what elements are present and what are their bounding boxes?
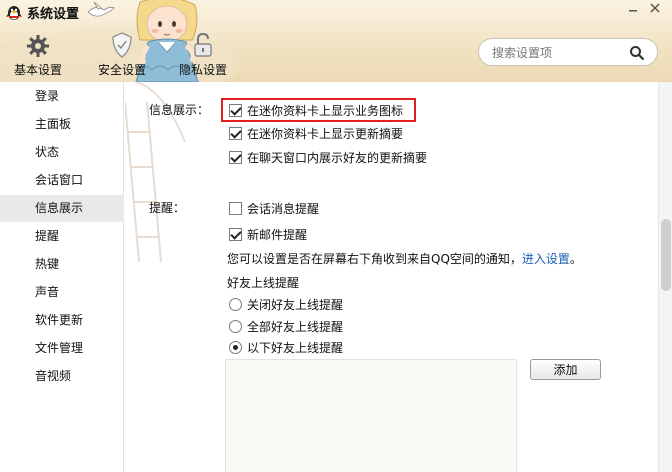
option-label: 在迷你资料卡上显示更新摘要 [247, 126, 404, 141]
option-new-mail-reminder[interactable]: 新邮件提醒 [229, 226, 307, 242]
sidebar-item-status[interactable]: 状态 [0, 139, 124, 166]
search-input[interactable] [492, 44, 622, 61]
option-label: 在迷你资料卡上显示业务图标 [247, 103, 404, 118]
sidebar-item-chat-window[interactable]: 会话窗口 [0, 167, 124, 194]
search-icon[interactable] [629, 45, 645, 61]
window-controls [622, 0, 666, 16]
radio-all-friends-online[interactable]: 全部好友上线提醒 [229, 318, 343, 334]
checkbox-icon[interactable] [229, 150, 242, 164]
vertical-scrollbar[interactable] [658, 82, 672, 472]
tab-privacy-settings-label: 隐私设置 [178, 63, 227, 77]
sidebar-item-hotkeys[interactable]: 热键 [0, 251, 124, 278]
lock-icon [194, 32, 212, 57]
enter-settings-link[interactable]: 进入设置 [522, 252, 570, 266]
sidebar-item-software-update[interactable]: 软件更新 [0, 307, 124, 334]
scrollbar-thumb[interactable] [661, 219, 671, 291]
qzone-notice-text: 您可以设置是否在屏幕右下角收到来自QQ空间的通知，进入设置。 [227, 250, 582, 267]
checkbox-icon[interactable] [229, 201, 242, 215]
minimize-button[interactable] [622, 0, 644, 16]
tab-security-settings-label: 安全设置 [97, 63, 146, 77]
option-session-message-reminder[interactable]: 会话消息提醒 [229, 200, 319, 216]
friend-online-reminder-title: 好友上线提醒 [227, 276, 300, 290]
header: 系统设置 基本设置 安全设置 隐私设置 搜索设置项 [0, 0, 672, 82]
sidebar-item-login[interactable]: 登录 [0, 83, 124, 110]
radio-disable-friend-online[interactable]: 关闭好友上线提醒 [229, 296, 343, 312]
add-button[interactable]: 添加 [530, 359, 601, 380]
option-show-friend-updates-in-chat[interactable]: 在聊天窗口内展示好友的更新摘要 [229, 149, 427, 165]
minimize-icon [629, 10, 637, 12]
checkbox-icon[interactable] [229, 126, 242, 140]
sidebar-item-file-management[interactable]: 文件管理 [0, 335, 124, 362]
checkbox-icon[interactable] [229, 103, 242, 117]
option-label: 关闭好友上线提醒 [247, 297, 344, 312]
option-label: 全部好友上线提醒 [247, 319, 344, 334]
option-label: 新邮件提醒 [247, 227, 308, 242]
sidebar-item-reminder[interactable]: 提醒 [0, 223, 124, 250]
qq-penguin-icon [6, 6, 22, 20]
settings-content: 信息展示： 在迷你资料卡上显示业务图标 在迷你资料卡上显示更新摘要 在聊天窗口内… [125, 82, 658, 472]
sidebar-item-sound[interactable]: 声音 [0, 279, 124, 306]
sidebar-item-audio-video[interactable]: 音视频 [0, 363, 124, 390]
radio-icon[interactable] [229, 319, 242, 333]
option-label: 会话消息提醒 [247, 201, 320, 216]
close-button[interactable] [644, 0, 666, 16]
checkbox-icon[interactable] [229, 227, 242, 241]
tab-basic-settings[interactable]: 基本设置 [0, 30, 78, 78]
tab-security-settings[interactable]: 安全设置 [82, 30, 162, 78]
reminder-section-label: 提醒： [149, 201, 186, 215]
option-label: 在聊天窗口内展示好友的更新摘要 [247, 150, 428, 165]
option-show-update-summary[interactable]: 在迷你资料卡上显示更新摘要 [229, 125, 403, 141]
radio-icon[interactable] [229, 340, 242, 354]
gear-icon [27, 35, 49, 57]
friend-list-box[interactable] [225, 359, 517, 472]
sidebar-item-main-panel[interactable]: 主面板 [0, 111, 124, 138]
radio-following-friends-online[interactable]: 以下好友上线提醒 [229, 339, 343, 355]
tab-privacy-settings[interactable]: 隐私设置 [163, 30, 243, 78]
sidebar: 登录 主面板 状态 会话窗口 信息展示 提醒 热键 声音 软件更新 文件管理 音… [0, 82, 124, 472]
close-icon [650, 3, 660, 13]
shield-icon [112, 32, 132, 58]
sidebar-item-info-display[interactable]: 信息展示 [0, 195, 124, 222]
option-show-business-icon[interactable]: 在迷你资料卡上显示业务图标 [229, 102, 403, 118]
search-box [478, 38, 658, 66]
option-label: 以下好友上线提醒 [247, 340, 344, 355]
qzone-notice: 您可以设置是否在屏幕右下角收到来自QQ空间的通知， [227, 252, 522, 266]
window-title: 系统设置 [27, 7, 80, 22]
qzone-notice-end: 。 [569, 252, 582, 266]
radio-icon[interactable] [229, 297, 242, 311]
info-display-section-label: 信息展示： [149, 103, 210, 117]
tab-basic-settings-label: 基本设置 [13, 63, 62, 77]
